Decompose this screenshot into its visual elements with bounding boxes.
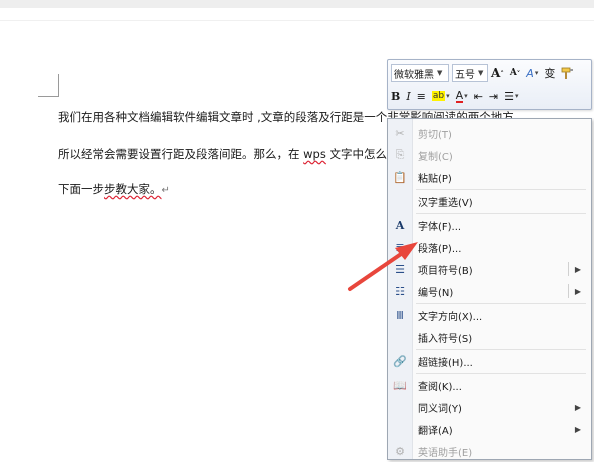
menu-item-label: 插入符号(S)	[418, 333, 473, 345]
menu-item-lookup[interactable]: 📖 查阅(K)...	[388, 374, 591, 396]
font-name-select[interactable]: 微软雅黑 ▼	[391, 64, 449, 82]
highlight-button[interactable]: ab ▾	[431, 91, 450, 101]
italic-button[interactable]: I	[406, 90, 410, 103]
line3-text-a: 下面一步	[58, 182, 104, 196]
chevron-down-icon: ▼	[478, 69, 484, 77]
menu-item-label: 同义词(Y)	[418, 403, 462, 415]
menu-item-text-direction[interactable]: Ⅲ 文字方向(X)...	[388, 304, 591, 326]
font-size-select[interactable]: 五号 ▼	[452, 64, 488, 82]
bullets-icon: ☰	[395, 262, 405, 276]
numbering-icon: ☷	[395, 284, 405, 298]
menu-item-label: 超链接(H)...	[418, 357, 473, 369]
font-size-value: 五号	[455, 69, 475, 81]
line2-text-before: 所以经常会需要设置行距及段落间距。那么，在	[58, 147, 304, 161]
assistant-icon: ⚙	[395, 444, 405, 458]
chevron-down-icon: ▼	[437, 69, 443, 77]
chevron-down-icon: ▾	[446, 92, 450, 100]
menu-item-label: 字体(F)...	[418, 221, 462, 233]
phonetic-icon: 变	[544, 67, 556, 80]
copy-icon: ⎘	[395, 148, 405, 161]
menu-item-paste[interactable]: 📋 粘贴(P)	[388, 166, 591, 188]
hyperlink-icon: 🔗	[393, 354, 407, 368]
text-effect-icon: A	[526, 66, 534, 80]
top-bar	[0, 0, 594, 8]
menu-item-translate[interactable]: 翻译(A) ▶	[388, 418, 591, 440]
menu-item-numbering[interactable]: ☷ 编号(N) ▶	[388, 280, 591, 302]
menu-item-label: 汉字重选(V)	[418, 197, 473, 209]
font-color-button[interactable]: A ▾	[455, 88, 468, 103]
document-line-2[interactable]: 所以经常会需要设置行距及段落间距。那么，在 wps 文字中怎么设置呢？	[58, 147, 433, 161]
chevron-down-icon: ▾	[534, 69, 539, 77]
down-caret-icon: ˅	[516, 68, 521, 78]
align-center-button[interactable]: ≡	[417, 90, 426, 103]
menu-item-label: 复制(C)	[418, 151, 453, 163]
bold-button[interactable]: B	[391, 90, 400, 103]
chevron-down-icon: ▾	[464, 92, 468, 100]
menu-item-label: 查阅(K)...	[418, 381, 462, 393]
context-menu: ✂ 剪切(T) ⎘ 复制(C) 📋 粘贴(P) 汉字重选(V) A 字体(F)... ≣…	[387, 118, 592, 460]
submenu-divider	[568, 284, 569, 298]
menu-item-insert-symbol[interactable]: 插入符号(S)	[388, 326, 591, 348]
menu-item-label: 剪切(T)	[418, 129, 452, 141]
menu-item-label: 文字方向(X)...	[418, 311, 483, 323]
lookup-icon: 📖	[393, 378, 407, 392]
shrink-font-icon: A	[509, 68, 517, 78]
menu-item-label: 项目符号(B)	[418, 265, 473, 277]
text-effect-button[interactable]: A ▾	[526, 67, 538, 80]
submenu-arrow-icon[interactable]: ▶	[575, 425, 581, 434]
submenu-arrow-icon[interactable]: ▶	[575, 265, 581, 274]
bullets-button[interactable]: ☰ ▾	[504, 90, 518, 103]
chevron-down-icon: ▾	[515, 92, 519, 100]
paste-icon: 📋	[393, 170, 407, 184]
wps-word: wps	[303, 147, 326, 161]
text-direction-icon: Ⅲ	[396, 308, 404, 322]
menu-item-label: 粘贴(P)	[418, 173, 452, 185]
menu-item-font[interactable]: A 字体(F)...	[388, 214, 591, 236]
mini-toolbar-row-2: B I ≡ ab ▾ A ▾ ⇤ ⇥ ☰ ▾	[391, 86, 525, 106]
menu-item-label: 翻译(A)	[418, 425, 453, 437]
format-painter-button[interactable]	[561, 67, 575, 80]
document-line-3[interactable]: 下面一步步教大家。↵	[58, 182, 170, 198]
menu-item-label: 段落(P)...	[418, 243, 462, 255]
bullets-icon: ☰	[504, 89, 514, 103]
decrease-indent-button[interactable]: ⇤	[474, 90, 483, 103]
shrink-font-button[interactable]: A ˅	[510, 68, 520, 78]
menu-item-english-assistant[interactable]: ⚙ 英语助手(E)	[388, 440, 591, 462]
grow-font-button[interactable]: A ˄	[491, 66, 504, 80]
mini-toolbar-row-1: 微软雅黑 ▼ 五号 ▼ A ˄ A ˅ A ▾ 变	[391, 63, 581, 83]
menu-item-bullets[interactable]: ☰ 项目符号(B) ▶	[388, 258, 591, 280]
menu-item-label: 英语助手(E)	[418, 447, 473, 459]
submenu-arrow-icon[interactable]: ▶	[575, 287, 581, 296]
submenu-arrow-icon[interactable]: ▶	[575, 403, 581, 412]
paragraph-mark: ↵	[161, 185, 170, 196]
mini-toolbar: 微软雅黑 ▼ 五号 ▼ A ˄ A ˅ A ▾ 变 B I ≡ ab ▾ A ▾ ⇤ ⇥ ☰ ▾	[387, 59, 592, 110]
menu-item-hyperlink[interactable]: 🔗 超链接(H)...	[388, 350, 591, 372]
format-painter-icon	[561, 67, 574, 79]
menu-item-copy[interactable]: ⎘ 复制(C)	[388, 144, 591, 166]
grow-font-icon: A	[491, 66, 501, 80]
menu-item-synonyms[interactable]: 同义词(Y) ▶	[388, 396, 591, 418]
menu-item-paragraph[interactable]: ≣ 段落(P)...	[388, 236, 591, 258]
up-caret-icon: ˄	[500, 68, 504, 78]
phonetic-guide-button[interactable]: 变	[544, 65, 555, 81]
menu-item-reconvert[interactable]: 汉字重选(V)	[388, 190, 591, 212]
font-color-icon: A	[455, 88, 464, 103]
menu-item-label: 编号(N)	[418, 287, 454, 299]
font-icon: A	[395, 218, 405, 232]
line3-text-b: 步教大家。	[104, 182, 162, 196]
increase-indent-button[interactable]: ⇥	[489, 90, 498, 103]
highlight-icon: ab	[431, 91, 446, 101]
submenu-divider	[568, 262, 569, 276]
menu-item-cut[interactable]: ✂ 剪切(T)	[388, 122, 591, 144]
paragraph-icon: ≣	[395, 240, 405, 254]
font-name-value: 微软雅黑	[394, 69, 434, 81]
scissors-icon: ✂	[395, 126, 405, 140]
margin-corner-mark	[38, 74, 59, 97]
ruler-line	[0, 20, 594, 21]
